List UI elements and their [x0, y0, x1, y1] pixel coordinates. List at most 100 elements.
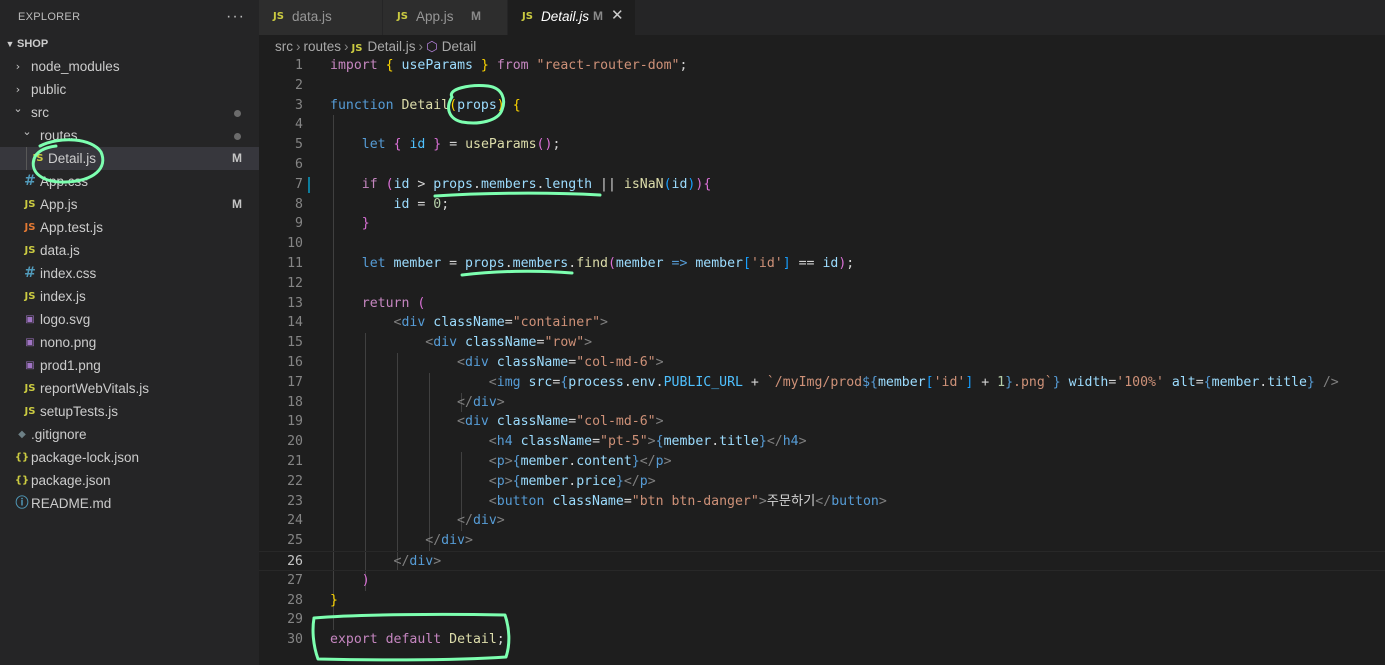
code-line[interactable]: 7 if (id > props.members.length || isNaN…	[259, 175, 1385, 195]
file-data-js[interactable]: JS data.js	[0, 239, 259, 262]
file-package-lock-json[interactable]: {} package-lock.json	[0, 446, 259, 469]
code-line[interactable]: 29	[259, 610, 1385, 630]
code-line[interactable]: 20 <h4 className="pt-5">{member.title}</…	[259, 432, 1385, 452]
file--gitignore[interactable]: ◆ .gitignore	[0, 423, 259, 446]
more-actions-icon[interactable]: ···	[226, 8, 245, 26]
file-setuptests-js[interactable]: JS setupTests.js	[0, 400, 259, 423]
code-text: <div className="container">	[330, 313, 608, 333]
code-line[interactable]: 6	[259, 155, 1385, 175]
code-editor[interactable]: 1 import { useParams } from "react-router…	[259, 56, 1385, 665]
folder-node-modules[interactable]: › node_modules	[0, 55, 259, 78]
code-token: Detail	[401, 97, 450, 113]
file-reportwebvitals-js[interactable]: JS reportWebVitals.js	[0, 377, 259, 400]
code-token: props	[457, 97, 497, 113]
code-line[interactable]: 30 export default Detail;	[259, 630, 1385, 650]
code-line[interactable]: 27 )	[259, 571, 1385, 591]
code-token: 0	[433, 196, 442, 212]
code-token: >	[647, 434, 656, 450]
code-token: button	[496, 493, 545, 509]
code-line[interactable]: 13 return (	[259, 294, 1385, 314]
code-token: content	[576, 454, 632, 469]
file-index-css[interactable]: # index.css	[0, 262, 259, 285]
code-line[interactable]: 8 id = 0;	[259, 195, 1385, 215]
code-token: '100%'	[1116, 374, 1164, 390]
code-line[interactable]: 19 <div className="col-md-6">	[259, 412, 1385, 432]
project-section-header[interactable]: ▼ SHOP	[0, 33, 259, 55]
code-line[interactable]: 1 import { useParams } from "react-router…	[259, 56, 1385, 76]
code-line[interactable]: 10	[259, 234, 1385, 254]
code-line[interactable]: 12	[259, 274, 1385, 294]
code-token: >	[409, 176, 434, 192]
code-line[interactable]: 22 <p>{member.price}</p>	[259, 472, 1385, 492]
tab-detail-js[interactable]: JS Detail.js M ✕	[508, 0, 636, 35]
code-line[interactable]: 26 </div>	[259, 551, 1385, 571]
file-app-js[interactable]: JS App.js M	[0, 193, 259, 216]
breadcrumb-file[interactable]: Detail.js	[367, 36, 415, 58]
file-readme-md[interactable]: ⓘ README.md	[0, 492, 259, 515]
code-line[interactable]: 3 function Detail(props) {	[259, 96, 1385, 116]
code-token: {	[703, 176, 712, 192]
code-line[interactable]: 21 <p>{member.content}</p>	[259, 452, 1385, 472]
file-detail-js[interactable]: JS Detail.js M	[0, 147, 259, 170]
code-text: if (id > props.members.length || isNaN(i…	[330, 175, 712, 195]
code-token: <	[488, 454, 497, 469]
code-line[interactable]: 9 }	[259, 214, 1385, 234]
file-package-json[interactable]: {} package.json	[0, 469, 259, 492]
code-token: .	[568, 454, 577, 469]
js-file-icon: JS	[397, 11, 408, 22]
code-text: let { id } = useParams();	[330, 135, 561, 155]
close-icon[interactable]: ✕	[611, 6, 624, 24]
folder-routes[interactable]: ⌄ routes	[0, 124, 259, 147]
code-line[interactable]: 2	[259, 76, 1385, 96]
file-prod1-png[interactable]: ▣ prod1.png	[0, 354, 259, 377]
line-number: 5	[295, 137, 303, 153]
tree-item-label: reportWebVitals.js	[40, 381, 150, 396]
tree-item-label: nono.png	[40, 335, 97, 350]
code-line[interactable]: 17 <img src={process.env.PUBLIC_URL + `/…	[259, 373, 1385, 393]
folder-public[interactable]: › public	[0, 78, 259, 101]
code-text: <div className="col-md-6">	[330, 412, 664, 432]
code-token: (	[385, 176, 394, 192]
code-line[interactable]: 16 <div className="col-md-6">	[259, 353, 1385, 373]
code-token: div	[472, 394, 497, 410]
folder-src[interactable]: ⌄ src	[0, 101, 259, 124]
code-line[interactable]: 4	[259, 115, 1385, 135]
code-line[interactable]: 18 </div>	[259, 393, 1385, 413]
code-token: (	[663, 176, 672, 192]
code-line[interactable]: 23 <button className="btn btn-danger">주문…	[259, 492, 1385, 512]
css-file-icon: #	[24, 173, 36, 189]
code-line[interactable]: 15 <div className="row">	[259, 333, 1385, 353]
code-token: p	[496, 473, 505, 489]
tree-item-label: node_modules	[31, 59, 120, 74]
breadcrumb-src[interactable]: src	[275, 36, 293, 58]
code-token: =	[409, 196, 434, 212]
code-text: </div>	[330, 511, 505, 531]
code-line[interactable]: 28}	[259, 591, 1385, 611]
git-icon: ◆	[18, 429, 26, 440]
code-line[interactable]: 5 let { id } = useParams();	[259, 135, 1385, 155]
breadcrumb-symbol[interactable]: Detail	[442, 36, 477, 58]
tab-data-js[interactable]: JS data.js	[259, 0, 383, 35]
file-nono-png[interactable]: ▣ nono.png	[0, 331, 259, 354]
code-line[interactable]: 11 let member = props.members.find(membe…	[259, 254, 1385, 274]
code-token: }	[758, 434, 767, 450]
code-text: import { useParams } from "react-router-…	[330, 56, 687, 76]
breadcrumb: src › routes › JS Detail.js › ⬡ Detail	[275, 36, 476, 58]
breadcrumb-routes[interactable]: routes	[304, 36, 342, 58]
tab-app-js[interactable]: JS App.js M	[383, 0, 508, 35]
code-line[interactable]: 25 </div>	[259, 531, 1385, 551]
code-token: >	[496, 394, 505, 410]
file-app-test-js[interactable]: JS App.test.js	[0, 216, 259, 239]
code-line[interactable]: 14 <div className="container">	[259, 313, 1385, 333]
code-token: ;	[679, 58, 688, 73]
code-token: member	[393, 256, 442, 271]
code-token: 'id'	[750, 256, 783, 271]
code-token: useParams	[401, 58, 473, 73]
file-index-js[interactable]: JS index.js	[0, 285, 259, 308]
code-line[interactable]: 24 </div>	[259, 511, 1385, 531]
file-app-css[interactable]: # App.css	[0, 170, 259, 193]
file-logo-svg[interactable]: ▣ logo.svg	[0, 308, 259, 331]
